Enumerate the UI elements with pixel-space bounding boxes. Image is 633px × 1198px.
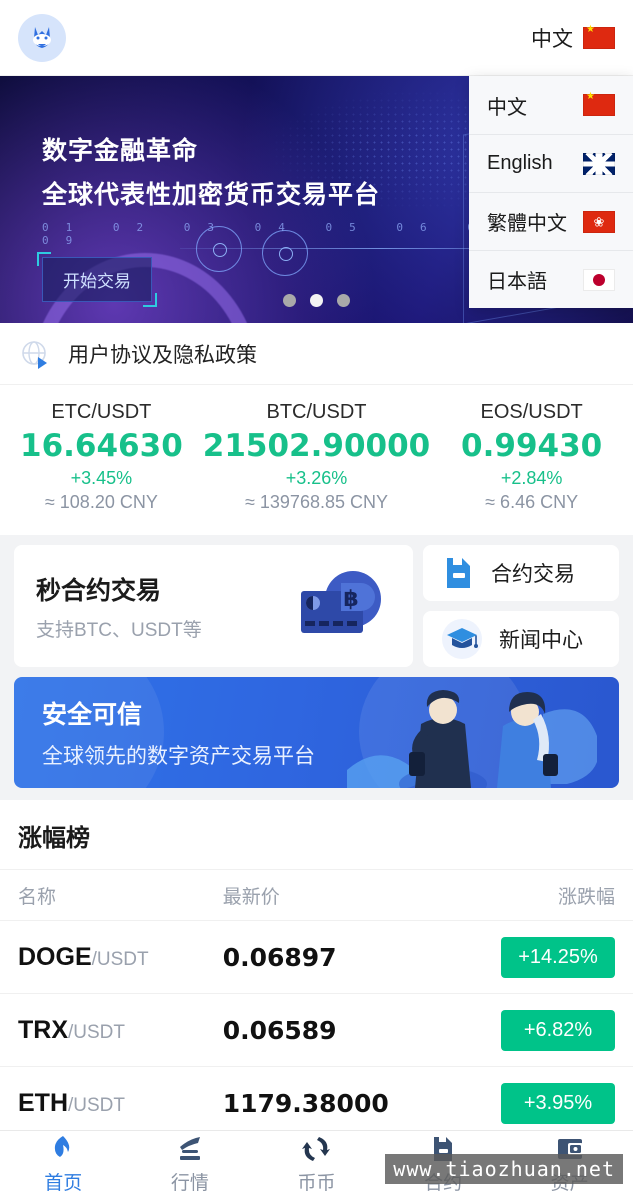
language-dropdown-menu[interactable]: 中文 English 繁體中文 日本語 — [469, 76, 633, 308]
quick-link-column: 合约交易 新闻中心 — [423, 545, 619, 667]
logo[interactable] — [18, 13, 66, 62]
ticker-price: 16.64630 — [20, 428, 183, 464]
row-base: ETH — [18, 1088, 68, 1117]
language-option-en[interactable]: English — [469, 134, 633, 192]
gainers-ranking-section: 涨幅榜 名称 最新价 涨跌幅 DOGE/USDT 0.06897 +14.25%… — [0, 800, 633, 1139]
tab-label: 行情 — [170, 1173, 209, 1194]
carousel-dot[interactable] — [310, 294, 323, 307]
ticker-card-btc[interactable]: BTC/USDT 21502.90000 +3.26% ≈ 139768.85 … — [203, 401, 430, 513]
row-price: 1179.38000 — [222, 1088, 389, 1118]
column-header-price: 最新价 — [222, 886, 280, 908]
row-change-cell: +6.82% — [444, 1009, 616, 1051]
language-option-label: 中文 — [487, 96, 527, 119]
language-option-zh-tw[interactable]: 繁體中文 — [469, 192, 633, 250]
tab-label: 首页 — [44, 1173, 83, 1194]
status-badge: +6.82% — [501, 1009, 616, 1051]
flame-icon — [55, 1136, 70, 1157]
language-switcher-label: 中文 — [531, 27, 573, 51]
app-screen: 中文 数字金融革命 全球代表性加密货币交易平台 01 02 03 04 05 0… — [0, 0, 633, 1198]
agreement-notice-bar[interactable]: 用户协议及隐私政策 — [0, 323, 633, 385]
language-option-label: 日本語 — [487, 271, 547, 293]
tab-home[interactable]: 首页 — [0, 1131, 127, 1198]
table-row[interactable]: DOGE/USDT 0.06897 +14.25% — [0, 920, 633, 993]
ticker-row: ETC/USDT 16.64630 +3.45% ≈ 108.20 CNY BT… — [0, 385, 633, 535]
market-chart-icon — [179, 1137, 200, 1160]
app-header: 中文 — [0, 0, 633, 76]
language-option-label: English — [487, 152, 553, 174]
row-change-cell: +14.25% — [444, 936, 616, 978]
people-illustration — [347, 690, 597, 788]
ticker-cny-value: ≈ 108.20 CNY — [44, 492, 158, 512]
ticker-cny-value: ≈ 6.46 CNY — [485, 492, 579, 512]
ticker-card-eos[interactable]: EOS/USDT 0.99430 +2.84% ≈ 6.46 CNY — [430, 401, 633, 513]
contract-document-icon — [447, 558, 470, 588]
quick-link-label: 新闻中心 — [499, 629, 583, 652]
logo-mascot-icon — [33, 26, 51, 48]
graduation-cap-icon — [442, 619, 482, 659]
ticker-pair: EOS/USDT — [480, 401, 583, 423]
table-row[interactable]: ETH/USDT 1179.38000 +3.95% — [0, 1066, 633, 1139]
site-watermark: www.tiaozhuan.net — [385, 1154, 623, 1184]
row-symbol: DOGE/USDT — [18, 943, 223, 972]
tab-exchange[interactable]: 币币 — [253, 1131, 380, 1198]
status-badge: +14.25% — [501, 936, 616, 978]
row-change-cell: +3.95% — [444, 1082, 616, 1124]
second-contract-card[interactable]: 秒合约交易 支持BTC、USDT等 ฿ — [14, 545, 413, 667]
row-price: 0.06589 — [222, 1015, 337, 1045]
language-option-ja[interactable]: 日本語 — [469, 250, 633, 308]
ranking-title: 涨幅榜 — [0, 800, 633, 870]
feature-row: 秒合约交易 支持BTC、USDT等 ฿ 合约交易 新闻中心 — [0, 535, 633, 667]
status-badge: +3.95% — [501, 1082, 616, 1124]
row-quote: /USDT — [68, 1021, 125, 1043]
language-option-label: 繁體中文 — [487, 213, 567, 235]
quick-link-label: 合约交易 — [491, 563, 575, 586]
second-contract-subtitle: 支持BTC、USDT等 — [36, 619, 202, 641]
row-quote: /USDT — [68, 1094, 125, 1116]
agreement-notice-text: 用户协议及隐私政策 — [68, 343, 257, 367]
ticker-change: +2.84% — [500, 468, 563, 488]
table-row[interactable]: TRX/USDT 0.06589 +6.82% — [0, 993, 633, 1066]
ticker-price: 21502.90000 — [202, 428, 431, 464]
quick-link-news-center[interactable]: 新闻中心 — [423, 611, 619, 667]
row-base: DOGE — [18, 942, 92, 971]
column-header-name: 名称 — [18, 886, 57, 908]
ticker-change: +3.45% — [70, 468, 133, 488]
row-quote: /USDT — [91, 948, 149, 970]
row-price: 0.06897 — [222, 942, 337, 972]
flag-hk-icon — [583, 210, 615, 233]
row-base: TRX — [18, 1015, 68, 1044]
second-contract-title: 秒合约交易 — [36, 576, 162, 605]
column-header-change: 涨跌幅 — [558, 886, 616, 908]
ranking-table-header: 名称 最新价 涨跌幅 — [0, 870, 633, 920]
quick-link-contract-trading[interactable]: 合约交易 — [423, 545, 619, 601]
ticker-card-etc[interactable]: ETC/USDT 16.64630 +3.45% ≈ 108.20 CNY — [0, 401, 203, 513]
tab-label: 币币 — [297, 1173, 336, 1194]
carousel-dot[interactable] — [337, 294, 350, 307]
ticker-pair: ETC/USDT — [51, 401, 152, 423]
language-option-zh[interactable]: 中文 — [469, 76, 633, 134]
bitcoin-card-icon: ฿ — [301, 571, 381, 633]
ticker-cny-value: ≈ 139768.85 CNY — [245, 492, 388, 512]
ticker-pair: BTC/USDT — [266, 401, 367, 423]
svg-text:฿: ฿ — [343, 587, 358, 612]
promo-banner[interactable]: 安全可信 全球领先的数字资产交易平台 — [14, 677, 619, 788]
language-switcher[interactable]: 中文 — [531, 23, 615, 53]
globe-arrow-icon — [22, 340, 47, 369]
row-symbol: ETH/USDT — [18, 1089, 223, 1118]
row-symbol: TRX/USDT — [18, 1016, 223, 1045]
flag-cn-icon — [583, 25, 615, 49]
exchange-arrows-icon — [302, 1137, 331, 1161]
flag-cn-icon — [583, 92, 615, 116]
ticker-price: 0.99430 — [461, 428, 603, 464]
tab-markets[interactable]: 行情 — [127, 1131, 254, 1198]
carousel-dot[interactable] — [283, 294, 296, 307]
ticker-change: +3.26% — [285, 468, 348, 488]
flag-jp-icon — [583, 268, 615, 291]
flag-gb-icon — [583, 152, 615, 175]
